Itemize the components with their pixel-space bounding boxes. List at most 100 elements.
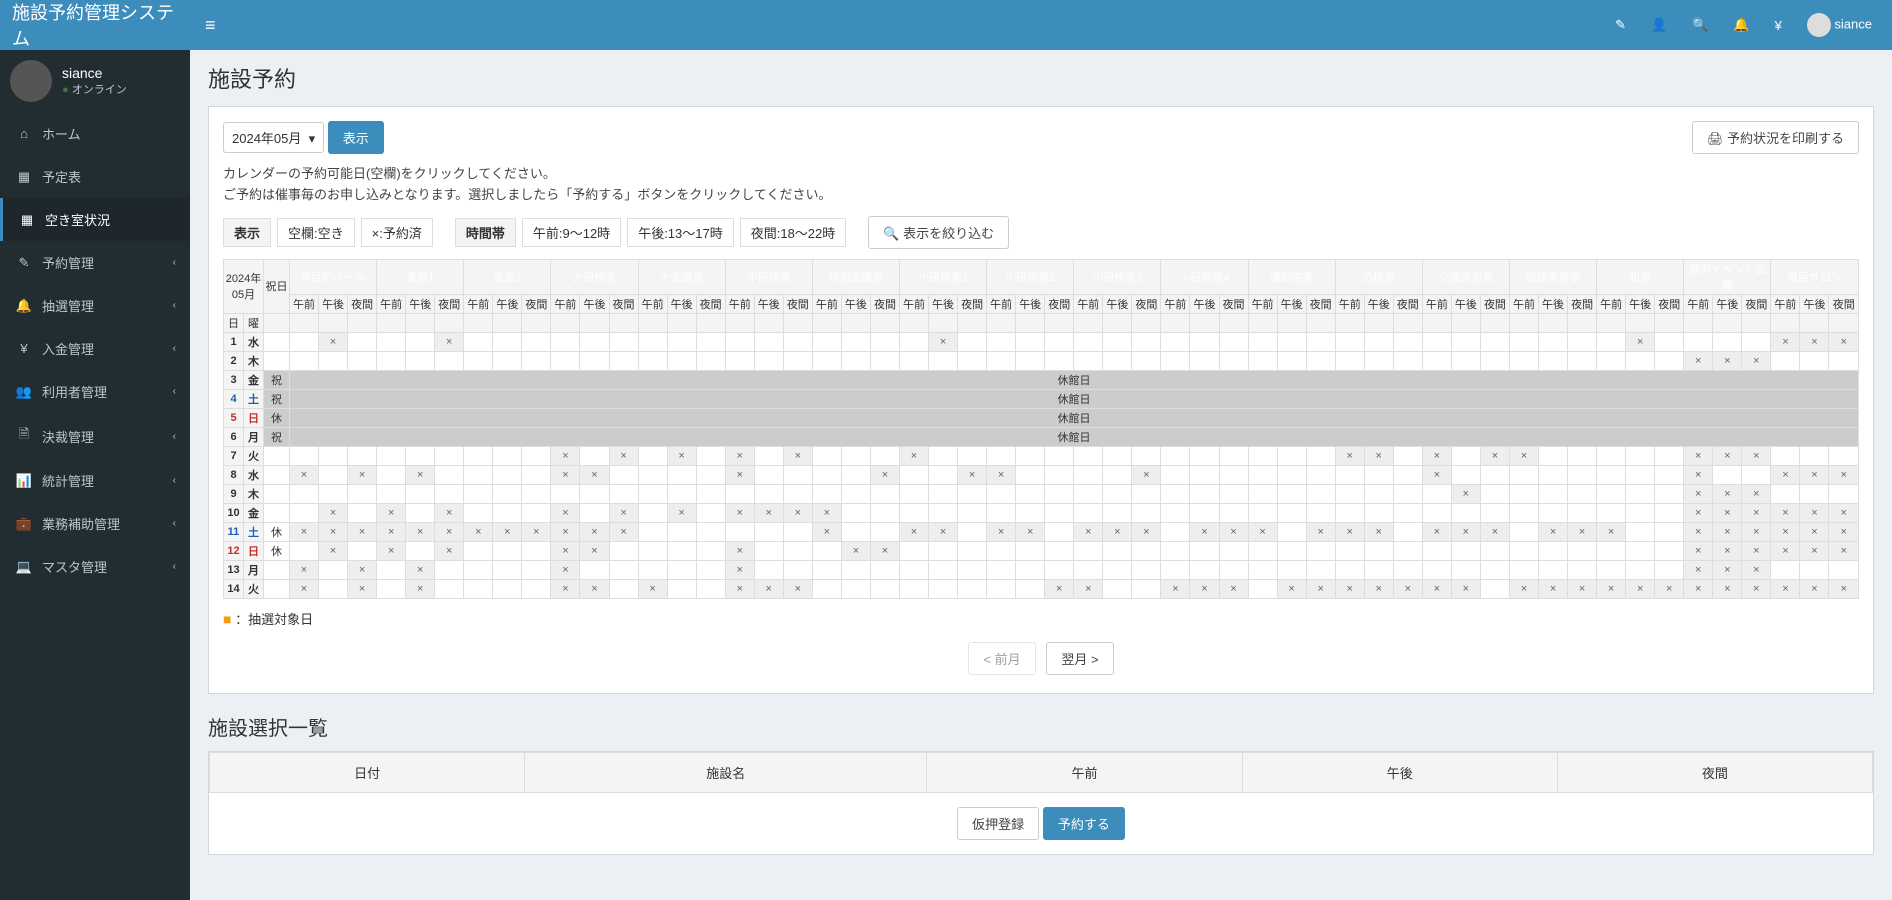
slot-available[interactable] xyxy=(1219,484,1248,503)
slot-available[interactable] xyxy=(725,522,754,541)
slot-available[interactable] xyxy=(464,560,493,579)
slot-available[interactable] xyxy=(841,446,870,465)
slot-available[interactable] xyxy=(1306,484,1335,503)
slot-available[interactable] xyxy=(522,484,551,503)
slot-available[interactable] xyxy=(1393,465,1422,484)
slot-available[interactable] xyxy=(1277,503,1306,522)
slot-available[interactable] xyxy=(696,560,725,579)
slot-available[interactable] xyxy=(1103,503,1132,522)
slot-available[interactable] xyxy=(783,541,812,560)
slot-available[interactable] xyxy=(929,503,958,522)
slot-available[interactable] xyxy=(464,484,493,503)
slot-available[interactable] xyxy=(1800,484,1829,503)
slot-available[interactable] xyxy=(522,465,551,484)
slot-available[interactable] xyxy=(1829,446,1859,465)
slot-available[interactable] xyxy=(377,446,406,465)
slot-available[interactable] xyxy=(783,522,812,541)
slot-available[interactable] xyxy=(1364,560,1393,579)
slot-available[interactable] xyxy=(1045,541,1074,560)
slot-available[interactable] xyxy=(1161,332,1190,351)
slot-available[interactable] xyxy=(783,484,812,503)
slot-available[interactable] xyxy=(580,446,609,465)
slot-available[interactable] xyxy=(319,560,348,579)
slot-available[interactable] xyxy=(1364,351,1393,370)
slot-available[interactable] xyxy=(696,351,725,370)
slot-available[interactable] xyxy=(1074,446,1103,465)
slot-available[interactable] xyxy=(1626,560,1655,579)
slot-available[interactable] xyxy=(1306,541,1335,560)
slot-available[interactable] xyxy=(725,484,754,503)
slot-available[interactable] xyxy=(783,465,812,484)
slot-available[interactable] xyxy=(987,503,1016,522)
slot-available[interactable] xyxy=(667,541,696,560)
slot-available[interactable] xyxy=(1161,503,1190,522)
slot-available[interactable] xyxy=(1132,579,1161,598)
slot-available[interactable] xyxy=(1016,465,1045,484)
slot-available[interactable] xyxy=(987,560,1016,579)
slot-available[interactable] xyxy=(1132,351,1161,370)
slot-available[interactable] xyxy=(1248,465,1277,484)
slot-available[interactable] xyxy=(667,484,696,503)
slot-available[interactable] xyxy=(1393,522,1422,541)
slot-available[interactable] xyxy=(638,446,667,465)
slot-available[interactable] xyxy=(493,484,522,503)
slot-available[interactable] xyxy=(1568,541,1597,560)
slot-available[interactable] xyxy=(870,446,899,465)
search-icon[interactable]: 🔍 xyxy=(1692,17,1708,33)
slot-available[interactable] xyxy=(1016,446,1045,465)
slot-available[interactable] xyxy=(638,522,667,541)
slot-available[interactable] xyxy=(1626,541,1655,560)
slot-available[interactable] xyxy=(1045,560,1074,579)
slot-available[interactable] xyxy=(551,332,580,351)
slot-available[interactable] xyxy=(1655,541,1684,560)
slot-available[interactable] xyxy=(1568,332,1597,351)
slot-available[interactable] xyxy=(1219,446,1248,465)
slot-available[interactable] xyxy=(1161,541,1190,560)
slot-available[interactable] xyxy=(1103,484,1132,503)
slot-available[interactable] xyxy=(1248,446,1277,465)
slot-available[interactable] xyxy=(1422,541,1451,560)
slot-available[interactable] xyxy=(1539,541,1568,560)
slot-available[interactable] xyxy=(812,446,841,465)
slot-available[interactable] xyxy=(696,503,725,522)
slot-available[interactable] xyxy=(377,351,406,370)
slot-available[interactable] xyxy=(958,541,987,560)
slot-available[interactable] xyxy=(696,541,725,560)
slot-available[interactable] xyxy=(1713,465,1742,484)
slot-available[interactable] xyxy=(1568,503,1597,522)
slot-available[interactable] xyxy=(1509,503,1538,522)
slot-available[interactable] xyxy=(987,332,1016,351)
slot-available[interactable] xyxy=(1132,446,1161,465)
slot-available[interactable] xyxy=(958,503,987,522)
slot-available[interactable] xyxy=(1103,541,1132,560)
slot-available[interactable] xyxy=(870,332,899,351)
slot-available[interactable] xyxy=(1306,465,1335,484)
slot-available[interactable] xyxy=(1074,503,1103,522)
slot-available[interactable] xyxy=(1509,522,1538,541)
slot-available[interactable] xyxy=(1103,579,1132,598)
slot-available[interactable] xyxy=(754,484,783,503)
slot-available[interactable] xyxy=(870,503,899,522)
slot-available[interactable] xyxy=(1509,465,1538,484)
slot-available[interactable] xyxy=(1016,351,1045,370)
slot-available[interactable] xyxy=(1161,560,1190,579)
slot-available[interactable] xyxy=(1219,351,1248,370)
slot-available[interactable] xyxy=(1132,332,1161,351)
slot-available[interactable] xyxy=(1393,351,1422,370)
slot-available[interactable] xyxy=(783,332,812,351)
slot-available[interactable] xyxy=(1422,503,1451,522)
slot-available[interactable] xyxy=(1451,351,1480,370)
slot-available[interactable] xyxy=(1306,446,1335,465)
slot-available[interactable] xyxy=(1103,560,1132,579)
slot-available[interactable] xyxy=(1568,351,1597,370)
slot-available[interactable] xyxy=(1422,351,1451,370)
slot-available[interactable] xyxy=(1103,465,1132,484)
slot-available[interactable] xyxy=(1568,560,1597,579)
slot-available[interactable] xyxy=(1248,484,1277,503)
slot-available[interactable] xyxy=(319,446,348,465)
slot-available[interactable] xyxy=(1626,503,1655,522)
slot-available[interactable] xyxy=(406,332,435,351)
slot-available[interactable] xyxy=(1539,503,1568,522)
slot-available[interactable] xyxy=(1306,332,1335,351)
slot-available[interactable] xyxy=(1509,332,1538,351)
